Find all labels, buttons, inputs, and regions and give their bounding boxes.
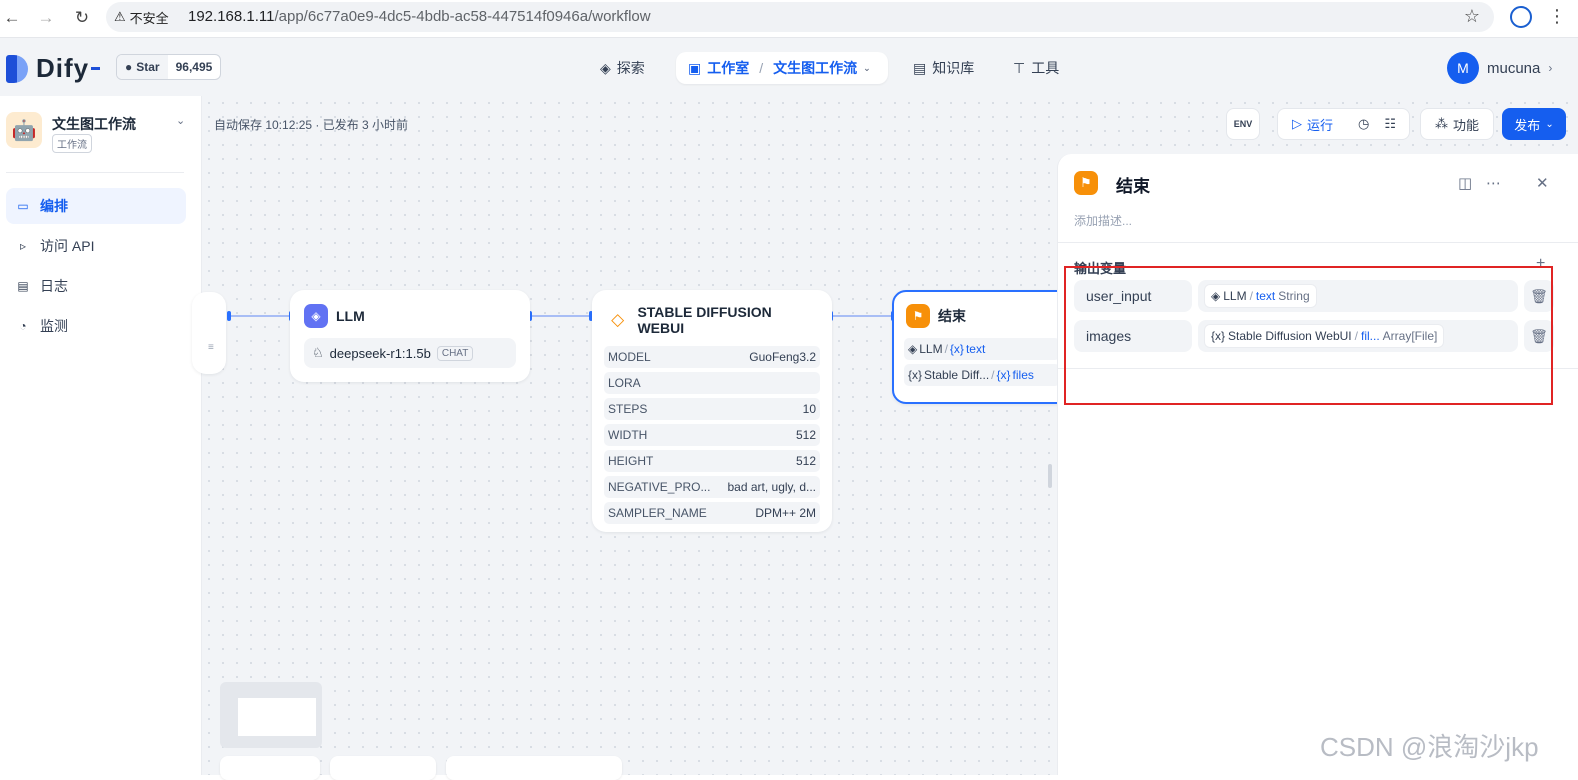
layers-icon: ◇ xyxy=(606,308,630,332)
back-icon[interactable]: ← xyxy=(0,6,24,30)
star-count: 96,495 xyxy=(175,60,213,74)
divider xyxy=(1058,242,1578,243)
sidebar-item-api[interactable]: ▹ 访问 API xyxy=(6,228,186,264)
ollama-icon: ♘ xyxy=(312,345,324,360)
close-icon[interactable]: ✕ xyxy=(1536,174,1549,192)
profile-icon[interactable] xyxy=(1510,6,1532,28)
param-row: HEIGHT 512 xyxy=(604,450,820,472)
run-button[interactable]: 运行 xyxy=(1307,115,1333,134)
model-selector[interactable]: ♘ deepseek-r1:1.5b CHAT xyxy=(304,338,516,368)
param-row: STEPS 10 xyxy=(604,398,820,420)
layout-icon: ▭ xyxy=(17,199,29,213)
publish-button[interactable]: 发布 ⌄ xyxy=(1502,108,1566,140)
highlight-annotation-box xyxy=(1064,266,1553,405)
warning-icon: ⚠ xyxy=(114,9,126,24)
divider xyxy=(6,172,184,173)
node-title: 结束 xyxy=(938,308,966,324)
panel-title[interactable]: 结束 xyxy=(1116,172,1150,197)
robot-icon: ▣ xyxy=(688,59,702,76)
run-group: ▷ 运行 ◷ ☷ xyxy=(1277,108,1410,140)
nav-tools[interactable]: ⊤ 工具 xyxy=(1013,52,1059,84)
app-header: Dify ● Star 96,495 ◈ 探索 ▣ 工作室 / 文生图工作流 ⌄ ▤… xyxy=(0,38,1578,96)
model-mode-badge: CHAT xyxy=(436,345,474,361)
chevron-right-icon: › xyxy=(1548,61,1553,75)
param-row: NEGATIVE_PRO... bad art, ugly, d... xyxy=(604,476,820,498)
sidebar: 🤖 文生图工作流 工作流 ⌄ ▭ 编排 ▹ 访问 API ▤ 日志 ◔ 监测 xyxy=(0,96,202,775)
llm-icon: ◈ xyxy=(908,342,918,356)
start-node-partial[interactable]: ≡ xyxy=(192,292,226,374)
output-var-chip: {x} Stable Diff... / {x} files xyxy=(904,364,1060,386)
llm-node[interactable]: ◈ LLM ♘ deepseek-r1:1.5b CHAT xyxy=(290,290,530,382)
output-var-chip: ◈ LLM / {x} text xyxy=(904,338,1060,360)
nav-studio[interactable]: ▣ 工作室 / 文生图工作流 ⌄ xyxy=(676,52,888,84)
node-config-panel: ⚑ 结束 ◫ ⋯ ✕ 添加描述... 输出变量 + user_input ◈ L… xyxy=(1057,154,1578,775)
book-open-icon[interactable]: ◫ xyxy=(1458,174,1472,192)
sidebar-item-monitor[interactable]: ◔ 监测 xyxy=(6,308,186,344)
app-type-badge: 工作流 xyxy=(52,134,92,153)
gauge-icon: ◔ xyxy=(19,319,27,333)
stable-diffusion-node[interactable]: ◇ STABLE DIFFUSION WEBUI MODEL GuoFeng3.2… xyxy=(592,290,832,532)
env-button[interactable]: ENV xyxy=(1226,108,1260,140)
app-name[interactable]: 文生图工作流 xyxy=(52,114,136,134)
variable-icon: {x} xyxy=(908,368,923,382)
undo-redo-controls[interactable] xyxy=(330,756,436,780)
end-icon: ⚑ xyxy=(906,304,930,328)
address-bar[interactable]: ⚠ 不安全 192.168.1.11/app/6c77a0e9-4dc5-4bd… xyxy=(106,2,1494,32)
more-icon[interactable]: ⋯ xyxy=(1486,174,1501,192)
edge xyxy=(228,315,292,317)
sidebar-item-logs[interactable]: ▤ 日志 xyxy=(6,268,186,304)
param-row: WIDTH 512 xyxy=(604,424,820,446)
github-icon: ● xyxy=(125,60,133,74)
canvas-tool-controls[interactable] xyxy=(446,756,622,780)
hammer-icon: ⊤ xyxy=(1013,59,1026,76)
node-title: LLM xyxy=(336,308,365,324)
checklist-icon[interactable]: ☷ xyxy=(1384,116,1396,132)
edge-handle[interactable] xyxy=(227,311,231,321)
sidebar-item-orchestrate[interactable]: ▭ 编排 xyxy=(6,188,186,224)
nav-knowledge[interactable]: ▤ 知识库 xyxy=(913,52,974,84)
param-row: SAMPLER_NAME DPM++ 2M xyxy=(604,502,820,524)
watermark: CSDN @浪淘沙jkp xyxy=(1320,732,1539,762)
file-icon: ▤ xyxy=(17,279,29,293)
browser-toolbar: ← → ↻ ⚠ 不安全 192.168.1.11/app/6c77a0e9-4d… xyxy=(0,0,1578,38)
description-input[interactable]: 添加描述... xyxy=(1074,212,1132,229)
github-star-button[interactable]: ● Star 96,495 xyxy=(116,54,222,80)
text-icon: ≡ xyxy=(208,342,214,353)
history-icon[interactable]: ◷ xyxy=(1358,116,1369,132)
zoom-controls[interactable] xyxy=(220,756,320,780)
features-icon: ⁂ xyxy=(1434,116,1448,131)
avatar: M xyxy=(1447,52,1479,84)
edge xyxy=(832,315,894,317)
security-indicator[interactable]: ⚠ 不安全 xyxy=(114,7,169,27)
browser-menu-icon[interactable]: ⋮ xyxy=(1548,6,1566,27)
param-row: LORA xyxy=(604,372,820,394)
chevron-down-icon: ⌄ xyxy=(1545,118,1554,130)
llm-icon: ◈ xyxy=(304,304,328,328)
end-node[interactable]: ⚑ 结束 ◈ LLM / {x} text {x} Stable Diff... / {x} f… xyxy=(892,290,1072,404)
compass-icon: ◈ xyxy=(600,59,611,76)
chevron-down-icon[interactable]: ⌄ xyxy=(176,114,185,127)
forward-icon[interactable]: → xyxy=(34,6,58,30)
node-title: STABLE DIFFUSION WEBUI xyxy=(637,304,772,336)
current-app-switcher[interactable]: 文生图工作流 xyxy=(773,58,857,78)
play-icon: ▷ xyxy=(1292,116,1302,131)
save-status: 自动保存 10:12:25 · 已发布 3 小时前 xyxy=(214,118,409,132)
edge xyxy=(530,315,592,317)
chevron-down-icon: ⌄ xyxy=(863,62,871,73)
minimap[interactable] xyxy=(220,682,322,748)
features-button[interactable]: ⁂ 功能 xyxy=(1420,108,1494,140)
user-menu[interactable]: M mucuna › xyxy=(1447,52,1552,84)
terminal-icon: ▹ xyxy=(19,239,27,253)
param-row: MODEL GuoFeng3.2 xyxy=(604,346,820,368)
panel-resize-handle[interactable] xyxy=(1048,464,1052,488)
dify-logo[interactable]: Dify xyxy=(6,53,101,84)
nav-explore[interactable]: ◈ 探索 xyxy=(600,52,645,84)
url-text: 192.168.1.11/app/6c77a0e9-4dc5-4bdb-ac58… xyxy=(188,8,651,25)
reload-icon[interactable]: ↻ xyxy=(70,6,94,30)
bookmark-star-icon[interactable]: ☆ xyxy=(1464,6,1480,27)
book-icon: ▤ xyxy=(913,59,927,76)
end-icon: ⚑ xyxy=(1074,171,1098,195)
app-avatar-icon: 🤖 xyxy=(6,112,42,148)
